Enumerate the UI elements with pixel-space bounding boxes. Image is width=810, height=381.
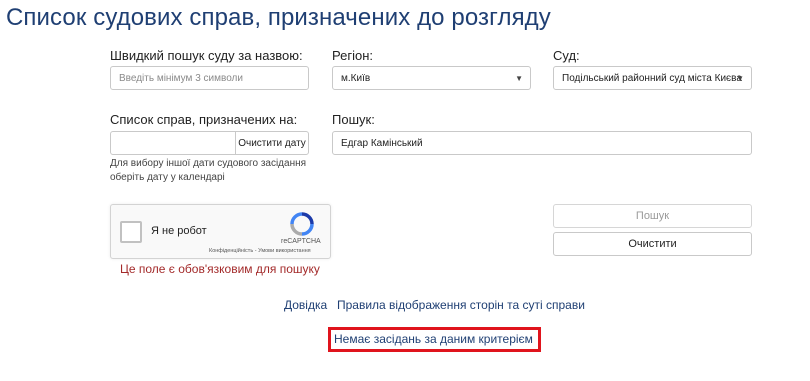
date-input[interactable] bbox=[110, 131, 236, 155]
clear-date-button[interactable]: Очистити дату bbox=[235, 131, 309, 155]
recaptcha-terms-link[interactable]: Конфіденційність - Умови використання bbox=[209, 248, 311, 254]
recaptcha-widget: Я не робот reCAPTCHA Конфіденційність - … bbox=[110, 204, 331, 259]
captcha-error-message: Це поле є обов'язковим для пошуку bbox=[120, 262, 320, 276]
quick-search-label: Швидкий пошук суду за назвою: bbox=[110, 48, 303, 63]
region-label: Регіон: bbox=[332, 48, 373, 63]
region-value: м.Київ bbox=[341, 72, 371, 84]
clear-button[interactable]: Очистити bbox=[553, 232, 752, 256]
quick-search-placeholder: Введіть мінімум 3 символи bbox=[119, 72, 243, 84]
search-input[interactable]: Едгар Камінський bbox=[332, 131, 752, 155]
quick-search-input[interactable]: Введіть мінімум 3 символи bbox=[110, 66, 309, 90]
search-label: Пошук: bbox=[332, 112, 375, 127]
date-help-line-1: Для вибору іншої дати судового засідання bbox=[110, 158, 307, 169]
help-link[interactable]: Довідка bbox=[284, 298, 327, 312]
court-label: Суд: bbox=[553, 48, 580, 63]
recaptcha-label: Я не робот bbox=[151, 225, 207, 237]
chevron-down-icon: ▼ bbox=[515, 73, 523, 83]
no-results-message: Немає засідань за даним критерієм bbox=[334, 332, 533, 346]
date-help-text: Для вибору іншої дати судового засідання… bbox=[110, 157, 306, 185]
date-list-label: Список справ, призначених на: bbox=[110, 112, 298, 127]
date-help-line-2: оберіть дату у календарі bbox=[110, 172, 225, 183]
court-value: Подільський районний суд міста Києва bbox=[562, 72, 742, 84]
region-select[interactable]: м.Київ ▼ bbox=[332, 66, 531, 90]
search-button[interactable]: Пошук bbox=[553, 204, 752, 228]
recaptcha-checkbox[interactable] bbox=[120, 221, 142, 243]
court-select[interactable]: Подільський районний суд міста Києва ▼ bbox=[553, 66, 752, 90]
chevron-down-icon: ▼ bbox=[736, 73, 744, 83]
page-title: Список судових справ, призначених до роз… bbox=[6, 4, 551, 31]
recaptcha-brand: reCAPTCHA bbox=[281, 238, 321, 245]
rules-link[interactable]: Правила відображення сторін та суті спра… bbox=[337, 298, 585, 312]
